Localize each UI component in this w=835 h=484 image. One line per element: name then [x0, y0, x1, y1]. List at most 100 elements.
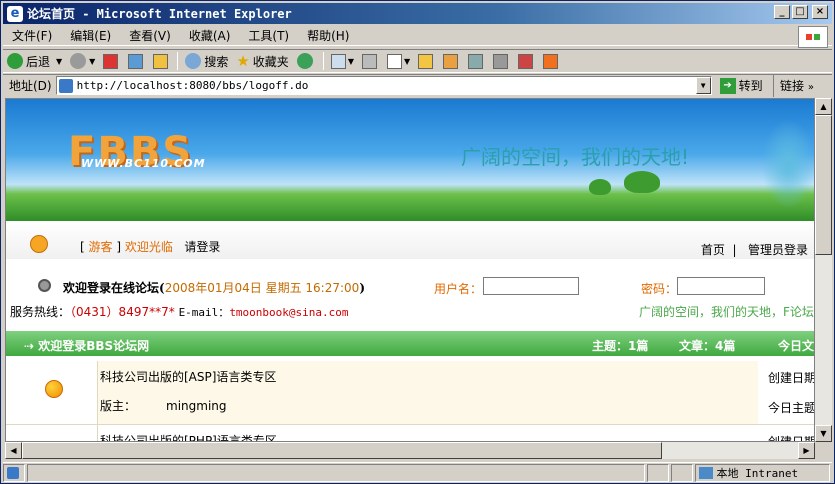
scroll-up-button[interactable]: ▲	[815, 98, 832, 115]
page-viewport: FBBS WWW.BC110.COM 广阔的空间，我们的天地! [ 游客 ] 欢…	[5, 98, 815, 442]
address-dropdown-button[interactable]: ▼	[695, 77, 711, 94]
windows-logo-icon	[798, 26, 828, 48]
status-pane	[670, 463, 693, 482]
addon-button-5[interactable]	[539, 50, 564, 72]
username-input[interactable]	[483, 277, 579, 295]
toolbar: 后退 ▼ ▼ 搜索 ★ 收藏夹 ▼ ▼	[3, 49, 832, 73]
scroll-left-button[interactable]: ◀	[5, 442, 22, 459]
home-icon	[153, 53, 169, 69]
stop-button[interactable]	[99, 50, 124, 72]
forum-row[interactable]: 科技公司出版的[ASP]语言类专区 版主： mingming 创建日期 今日主题	[6, 361, 815, 425]
site-banner: FBBS WWW.BC110.COM 广阔的空间，我们的天地!	[6, 99, 814, 221]
refresh-button[interactable]	[124, 50, 149, 72]
hotline-label: 服务热线：	[10, 305, 71, 319]
print-button[interactable]	[358, 50, 383, 72]
stop-icon	[103, 53, 119, 69]
menu-favorites[interactable]: 收藏(A)	[180, 27, 240, 44]
addon-button-2[interactable]	[464, 50, 489, 72]
links-label: 链接	[780, 79, 805, 93]
menu-tools[interactable]: 工具(T)	[239, 27, 298, 44]
home-link[interactable]: 首页	[701, 243, 725, 257]
address-bar: 地址(D) http://localhost:8080/bbs/logoff.d…	[3, 74, 832, 97]
hotline-phone: （0431）8497**7*	[70, 305, 175, 319]
edit-button[interactable]: ▼	[383, 50, 414, 72]
home-button[interactable]	[149, 50, 174, 72]
welcome-text: 欢迎登录在线论坛	[63, 281, 160, 295]
site-logo-subtitle: WWW.BC110.COM	[81, 157, 206, 170]
go-button[interactable]: ➔ 转到	[716, 77, 767, 94]
menu-help[interactable]: 帮助(H)	[298, 27, 358, 44]
links-button[interactable]: 链接 »	[773, 75, 814, 97]
addon-button-4[interactable]	[514, 50, 539, 72]
address-field[interactable]: http://localhost:8080/bbs/logoff.do ▼	[55, 76, 712, 95]
favorites-button[interactable]: ★ 收藏夹	[232, 50, 292, 72]
menu-edit[interactable]: 编辑(E)	[61, 27, 120, 44]
addon-button-1[interactable]	[439, 50, 464, 72]
vertical-scroll-thumb[interactable]	[815, 115, 832, 255]
article-count: 文章：4篇	[679, 339, 736, 353]
bracket: ]	[116, 240, 122, 254]
status-page-icon	[3, 463, 25, 482]
forum-title[interactable]: 科技公司出版的[PHP]语言类专区	[100, 432, 277, 441]
bracket: [	[80, 240, 85, 254]
forum-info: 科技公司出版的[ASP]语言类专区 版主： mingming	[98, 361, 758, 424]
login-prompt: 请登录	[184, 240, 221, 254]
forum-moderator: 版主： mingming	[100, 397, 227, 414]
forward-button[interactable]: ▼	[66, 50, 99, 72]
menu-view[interactable]: 查看(V)	[120, 27, 180, 44]
history-button[interactable]	[293, 50, 320, 72]
addon-button-3[interactable]	[489, 50, 514, 72]
tree-decoration	[624, 171, 660, 193]
browser-window: e 论坛首页 - Microsoft Internet Explorer _ □…	[0, 0, 835, 484]
addon-icon	[468, 53, 484, 69]
username-label: 用户名：	[434, 282, 483, 296]
horizontal-scrollbar[interactable]: ◀ ▶	[5, 442, 815, 459]
orange-icon	[45, 380, 63, 398]
scroll-right-button[interactable]: ▶	[798, 442, 815, 459]
forum-icon-cell	[6, 425, 98, 441]
moderator-name[interactable]: mingming	[166, 399, 227, 413]
horizontal-scroll-thumb[interactable]	[22, 442, 662, 459]
admin-login-link[interactable]: 管理员登录	[748, 243, 808, 257]
mail-button[interactable]: ▼	[327, 50, 358, 72]
favorites-label: 收藏夹	[252, 54, 289, 69]
forum-header: ⇢ 欢迎登录BBS论坛网 主题：1篇 文章：4篇 今日文	[6, 331, 814, 356]
created-date-label: 创建日期	[768, 435, 815, 442]
forum-title[interactable]: 科技公司出版的[ASP]语言类专区	[100, 368, 276, 385]
security-zone: 本地 Intranet	[694, 463, 831, 482]
service-hotline: 服务热线：（0431）8497**7* E-mail：tmoonbook@sin…	[10, 303, 349, 320]
paren: )	[359, 281, 365, 295]
menu-bar: 文件(F) 编辑(E) 查看(V) 收藏(A) 工具(T) 帮助(H)	[3, 26, 832, 46]
moderator-label: 版主：	[100, 399, 137, 413]
forum-row[interactable]: 科技公司出版的[PHP]语言类专区 创建日期	[6, 425, 815, 442]
discuss-button[interactable]	[414, 50, 439, 72]
go-label: 转到	[738, 79, 763, 93]
word-icon	[386, 53, 402, 69]
addon-icon	[518, 53, 534, 69]
search-button[interactable]: 搜索	[181, 50, 232, 72]
maximize-button[interactable]: □	[792, 5, 808, 19]
password-input[interactable]	[677, 277, 765, 295]
vertical-scrollbar[interactable]: ▲ ▼	[815, 98, 832, 442]
back-button[interactable]: 后退 ▼	[3, 50, 66, 72]
go-arrow-icon: ➔	[719, 77, 736, 94]
close-button[interactable]: ×	[812, 5, 828, 19]
scrolling-notice: 广阔的空间，我们的天地，F论坛	[639, 305, 814, 319]
speaker-icon	[38, 279, 51, 292]
minimize-button[interactable]: _	[774, 5, 790, 19]
title-bar[interactable]: e 论坛首页 - Microsoft Internet Explorer _ □…	[3, 3, 832, 24]
welcome-message: 欢迎登录在线论坛(2008年01月04日 星期五 16:27:00)	[63, 279, 365, 296]
email-value[interactable]: tmoonbook@sina.com	[229, 306, 348, 319]
menu-file[interactable]: 文件(F)	[3, 27, 61, 44]
address-url[interactable]: http://localhost:8080/bbs/logoff.do	[77, 79, 696, 92]
scroll-down-button[interactable]: ▼	[815, 425, 832, 442]
status-text	[26, 463, 645, 482]
arrows-icon: ⇢	[24, 339, 39, 353]
tree-decoration	[589, 179, 611, 195]
status-bar: 本地 Intranet	[3, 462, 832, 482]
today-topics-label: 今日主题	[768, 401, 815, 415]
forum-stats: 创建日期 今日主题	[758, 361, 815, 424]
toolbar-separator	[322, 52, 324, 70]
topic-count: 主题：1篇	[592, 339, 649, 353]
top-links: 首页 | 管理员登录	[701, 241, 808, 258]
